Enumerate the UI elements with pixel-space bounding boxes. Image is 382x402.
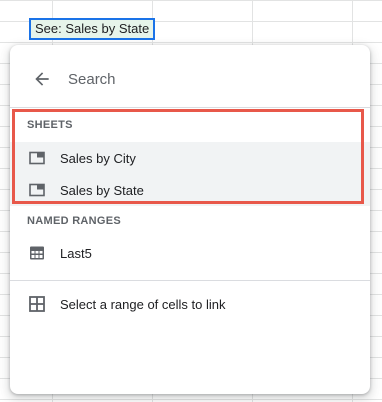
named-range-item-last5[interactable]: Last5	[10, 237, 370, 269]
arrow-left-icon[interactable]	[30, 67, 54, 91]
select-range-label: Select a range of cells to link	[60, 296, 226, 312]
cell-link-chip[interactable]: See: Sales by State	[29, 18, 156, 40]
sheet-tab-icon	[28, 149, 46, 167]
sheet-item-label: Sales by State	[60, 182, 144, 198]
link-picker-popup: SHEETS Sales by City Sales by State NAME…	[10, 45, 370, 394]
search-divider	[10, 107, 370, 108]
sheets-section-header: SHEETS	[27, 119, 73, 131]
table-grid-icon	[28, 244, 46, 262]
select-range-item[interactable]: Select a range of cells to link	[10, 288, 370, 320]
named-range-label: Last5	[60, 245, 92, 261]
search-input[interactable]	[68, 70, 328, 88]
sheet-tab-icon	[28, 181, 46, 199]
search-row	[10, 59, 370, 99]
sheet-item-sales-by-city[interactable]: Sales by City	[10, 142, 370, 174]
named-ranges-section-header: NAMED RANGES	[27, 215, 122, 227]
sheet-item-sales-by-state[interactable]: Sales by State	[10, 174, 370, 206]
sheet-item-label: Sales by City	[60, 150, 136, 166]
grid-select-icon	[28, 295, 46, 313]
ranges-divider	[10, 280, 370, 281]
